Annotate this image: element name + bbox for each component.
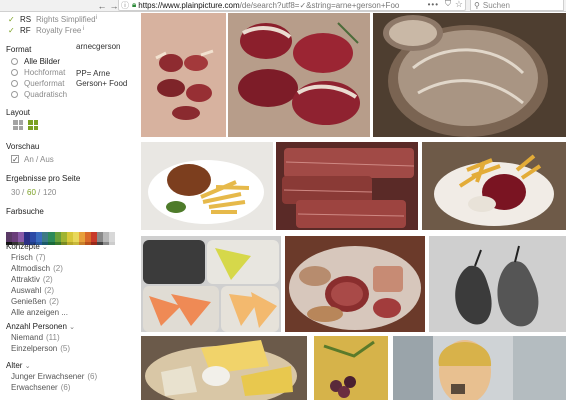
image-tile-lamb-chops[interactable] (141, 13, 226, 137)
image-tile-woman-eating[interactable] (393, 336, 566, 400)
format-option-all[interactable]: Alle Bilder (24, 57, 60, 66)
filter-list-item[interactable]: Altmodisch (2) (11, 264, 63, 273)
filter-item-label[interactable]: Frisch (11, 253, 33, 262)
filter-item-count: (7) (35, 253, 46, 262)
image-tile-cheese[interactable] (141, 336, 307, 400)
preview-toggle-label[interactable]: An / Aus (24, 155, 54, 164)
browser-search-input[interactable]: ⚲ Suchen (470, 0, 564, 11)
filter-item-label[interactable]: Niemand (11, 333, 43, 342)
color-swatch-row[interactable] (6, 232, 116, 242)
rf-check-icon[interactable]: ✓ (8, 27, 15, 35)
filter-list-item[interactable]: Erwachsener (6) (11, 383, 70, 392)
filter-item-label[interactable]: Junger Erwachsener (11, 372, 84, 381)
chevron-down-icon: ⌄ (24, 363, 31, 370)
image-tile-melon-boxes[interactable] (141, 236, 281, 332)
license-rf-code: RF (20, 26, 31, 35)
filter-sidebar: ✓ RS Rights Simplified i ✓ RF Royalty Fr… (0, 12, 140, 400)
chevron-down-icon: ⌄ (69, 324, 76, 331)
radio-portrait[interactable] (11, 69, 18, 76)
filter-item-count: (11) (46, 333, 60, 342)
filter-item-label[interactable]: Genießen (11, 297, 46, 306)
info-icon[interactable]: i (83, 25, 84, 34)
age-heading[interactable]: Alter ⌄ (6, 361, 31, 371)
color-search-heading: Farbsuche (6, 207, 44, 216)
license-rs-label[interactable]: Rights Simplified (36, 15, 96, 24)
search-placeholder: Suchen (482, 0, 510, 10)
filter-item-count: (5) (60, 344, 71, 353)
radio-landscape[interactable] (11, 80, 18, 87)
filter-list-item[interactable]: Auswahl (2) (11, 286, 54, 295)
filter-item-count: (2) (44, 286, 55, 295)
preview-heading: Vorschau (6, 142, 40, 151)
format-option-portrait[interactable]: Hochformat (24, 68, 65, 77)
image-tile-fries-ketchup[interactable] (422, 142, 566, 230)
image-tile-grapes[interactable] (314, 336, 388, 400)
radio-all-images[interactable] (11, 58, 18, 65)
filter-item-label[interactable]: Attraktiv (11, 275, 40, 284)
per-page-120[interactable]: 120 (43, 188, 56, 197)
shield-icon[interactable]: ⛉ (445, 0, 451, 9)
info-icon[interactable]: i (96, 14, 97, 23)
back-arrow-icon[interactable]: ← (96, 0, 108, 12)
format-heading: Format (6, 45, 32, 54)
image-tile-steaks[interactable] (228, 13, 370, 137)
per-page-heading: Ergebnisse pro Seite (6, 174, 81, 183)
filter-item-label[interactable]: Einzelperson (11, 344, 57, 353)
format-option-square[interactable]: Quadratisch (24, 90, 67, 99)
filter-item-count: (6) (87, 372, 98, 381)
search-icon: ⚲ (474, 0, 480, 10)
address-bar[interactable]: ⓘ 🔒︎ https://www.plainpicture.com/de/sea… (118, 0, 466, 11)
color-swatch[interactable] (109, 232, 116, 242)
preview-checkbox[interactable]: ✓ (11, 155, 19, 164)
image-tile-bread[interactable] (373, 13, 566, 137)
per-page-30[interactable]: 30 (11, 188, 20, 197)
image-tile-sausages[interactable] (285, 236, 425, 332)
license-rs-code: RS (20, 15, 32, 24)
image-tile-pears[interactable] (429, 236, 566, 332)
filter-item-count: (2) (42, 275, 53, 284)
filter-list-item[interactable]: Junger Erwachsener (6) (11, 372, 97, 381)
per-page-separator: / (38, 188, 41, 197)
filter-item-count: (2) (53, 264, 63, 273)
filter-list-item[interactable]: Genießen (2) (11, 297, 59, 306)
show-all-link[interactable]: Alle anzeigen ... (11, 308, 68, 317)
filter-list-item[interactable]: Attraktiv (2) (11, 275, 53, 284)
format-option-landscape[interactable]: Querformat (24, 79, 64, 88)
bookmark-star-icon[interactable]: ☆ (455, 0, 463, 10)
image-tile-chicken-fries[interactable] (141, 142, 273, 230)
layout-large-grid-icon[interactable] (28, 120, 38, 130)
filter-list-item[interactable]: Einzelperson (5) (11, 344, 70, 353)
color-swatch[interactable] (109, 242, 116, 245)
concepts-heading[interactable]: Konzepte ⌄ (6, 242, 48, 252)
image-tile-sliced-meat[interactable] (276, 142, 418, 230)
layout-small-grid-icon[interactable] (13, 120, 23, 130)
lock-icon: 🔒︎ (132, 0, 137, 9)
image-results-grid (140, 12, 566, 400)
url-text: https://www.plainpicture.com/de/search?u… (138, 0, 400, 10)
persons-heading[interactable]: Anzahl Personen ⌄ (6, 322, 75, 332)
filter-list-item[interactable]: Frisch (7) (11, 253, 46, 262)
filter-item-count: (2) (49, 297, 59, 306)
filter-list-item[interactable]: Niemand (11) (11, 333, 60, 342)
radio-square[interactable] (11, 91, 18, 98)
per-page-60[interactable]: 60 (27, 188, 36, 197)
per-page-separator: / (22, 188, 25, 197)
filter-item-label[interactable]: Erwachsener (11, 383, 58, 392)
license-rf-label[interactable]: Royalty Free (36, 26, 81, 35)
author-tag[interactable]: PP= Arne Gerson+ Food (76, 69, 140, 89)
info-icon[interactable]: ⓘ (121, 0, 129, 11)
page-actions-icon[interactable]: ••• (428, 0, 439, 9)
layout-heading: Layout (6, 108, 31, 117)
filter-item-label[interactable]: Altmodisch (11, 264, 50, 273)
filter-item-count: (6) (60, 383, 71, 392)
chevron-down-icon: ⌄ (42, 244, 48, 251)
rs-check-icon[interactable]: ✓ (8, 16, 15, 24)
filter-item-label[interactable]: Auswahl (11, 286, 41, 295)
author-name[interactable]: arnecgerson (76, 42, 120, 51)
